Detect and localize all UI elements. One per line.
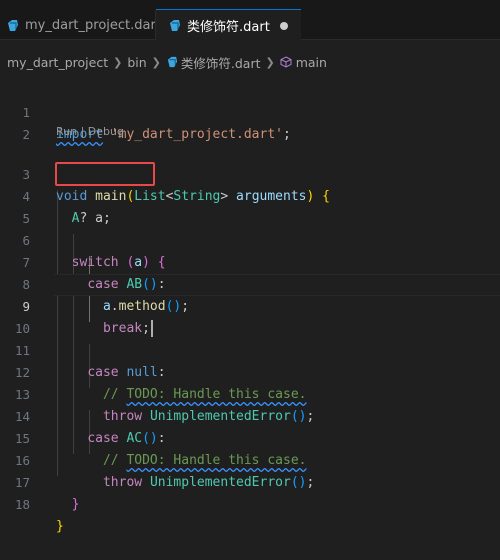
breadcrumb-item-bin[interactable]: bin xyxy=(127,55,146,70)
breadcrumb-item-project[interactable]: my_dart_project xyxy=(7,55,108,70)
line-number: 18 xyxy=(14,497,30,512)
code-line: 12 // TODO: Handle this case. xyxy=(0,340,500,402)
code-line: 6 switch (a) { xyxy=(0,208,500,270)
annotation-highlight-box xyxy=(55,162,155,186)
code-line: 7 case AB(): xyxy=(0,230,500,292)
tab-my-dart-project[interactable]: my_dart_project.dart xyxy=(0,10,161,40)
chevron-right-icon: ❯ xyxy=(113,55,123,69)
code-line: 10 xyxy=(0,296,500,336)
breadcrumb: my_dart_project ❯ bin ❯ 类修饰符.dart ❯ main xyxy=(0,50,327,74)
code-line: 17 } xyxy=(0,450,500,512)
code-line: 1 import 'my_dart_project.dart'; xyxy=(0,80,500,142)
tab-bar: my_dart_project.dart 类修饰符.dart xyxy=(0,0,500,41)
dart-file-icon xyxy=(166,56,178,68)
code-token: 'my_dart_project.dart' xyxy=(110,127,283,142)
unsaved-dot-icon[interactable] xyxy=(279,21,288,30)
code-line: 9 break; xyxy=(0,274,500,337)
chevron-right-icon: ❯ xyxy=(151,55,161,69)
code-token: ; xyxy=(282,127,291,142)
code-line: 3 void main(List<String> arguments) { xyxy=(0,142,500,204)
code-line: 8 a.method(); xyxy=(0,252,500,314)
code-line: 15 // TODO: Handle this case. xyxy=(0,406,500,468)
tab-label: 类修饰符.dart xyxy=(187,20,270,35)
code-line: 2 xyxy=(0,102,500,142)
chevron-right-icon: ❯ xyxy=(265,55,275,69)
method-cube-icon xyxy=(280,56,292,68)
breadcrumb-item-file[interactable]: 类修饰符.dart xyxy=(181,53,261,72)
code-editor[interactable]: 1 import 'my_dart_project.dart'; 2 Run |… xyxy=(0,80,500,534)
code-line: 18 } xyxy=(0,472,500,534)
code-line: 14 case AC(): xyxy=(0,384,500,446)
tab-label: my_dart_project.dart xyxy=(25,17,161,33)
breadcrumb-item-symbol[interactable]: main xyxy=(296,55,327,70)
dart-file-icon xyxy=(6,19,19,32)
code-line: 5 xyxy=(0,186,500,226)
code-line: 16 throw UnimplementedError(); xyxy=(0,428,500,490)
code-line: 11 case null: xyxy=(0,318,500,380)
code-line: 13 throw UnimplementedError(); xyxy=(0,362,500,424)
dart-file-icon xyxy=(168,19,181,32)
tab-class-modifiers[interactable]: 类修饰符.dart xyxy=(156,9,301,41)
codelens-run-debug[interactable]: Run | Debug xyxy=(56,125,124,138)
